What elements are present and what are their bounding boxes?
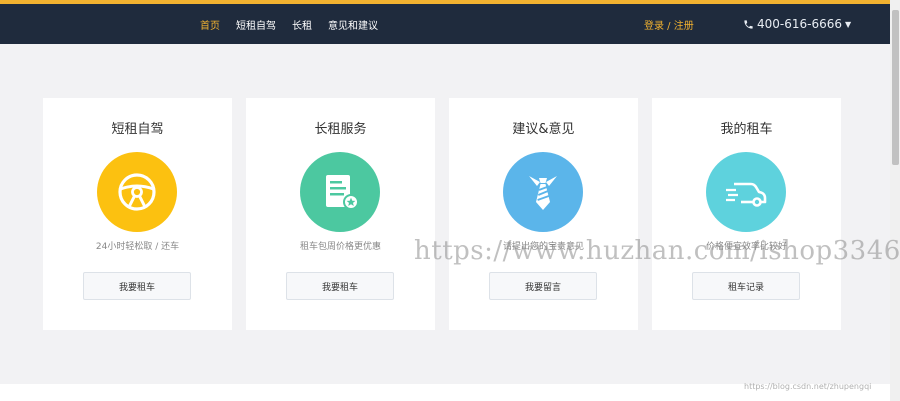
nav-link-feedback[interactable]: 意见和建议	[328, 17, 378, 32]
contract-document-icon	[300, 152, 380, 232]
phone-icon	[744, 19, 753, 29]
rent-car-button[interactable]: 我要租车	[83, 272, 191, 300]
phone-dropdown[interactable]: 400-616-6666 ▼	[743, 4, 851, 44]
rent-car-button[interactable]: 我要租车	[286, 272, 394, 300]
nav-link-short-rental[interactable]: 短租自驾	[236, 17, 276, 32]
login-register-link[interactable]: 登录 / 注册	[644, 4, 694, 44]
card-short-rental: 短租自驾 24小时轻松取 / 还车 我要租车	[43, 98, 232, 330]
credit-text: https://blog.csdn.net/zhupengqi	[744, 382, 872, 391]
necktie-icon	[503, 152, 583, 232]
leave-message-button[interactable]: 我要留言	[489, 272, 597, 300]
scrollbar-thumb[interactable]	[892, 10, 899, 165]
card-title: 建议&意见	[512, 122, 575, 137]
card-long-rental: 长租服务 租车包周价格更优惠 我要租车	[246, 98, 435, 330]
nav-link-home[interactable]: 首页	[200, 17, 220, 32]
nav-link-long-rental[interactable]: 长租	[292, 17, 312, 32]
card-my-rentals: 我的租车 价格便宜效率比较好 租车记录	[652, 98, 841, 330]
card-feedback: 建议&意见 请提出您的宝贵意见 我要留言	[449, 98, 638, 330]
car-icon	[706, 152, 786, 232]
card-title: 长租服务	[314, 122, 367, 137]
steering-wheel-icon	[97, 152, 177, 232]
watermark-text: https://www.huzhan.com/ishop33466	[414, 236, 900, 266]
phone-number: 400-616-6666	[757, 17, 843, 31]
card-title: 我的租车	[720, 122, 773, 137]
card-description: 24小时轻松取 / 还车	[95, 242, 180, 252]
rental-records-button[interactable]: 租车记录	[692, 272, 800, 300]
nav-links: 首页 短租自驾 长租 意见和建议	[200, 4, 394, 44]
card-description: 租车包周价格更优惠	[299, 242, 381, 252]
card-title: 短租自驾	[111, 122, 164, 137]
top-navbar: 首页 短租自驾 长租 意见和建议 登录 / 注册 400-616-6666 ▼	[0, 4, 890, 44]
chevron-down-icon: ▼	[845, 19, 852, 29]
